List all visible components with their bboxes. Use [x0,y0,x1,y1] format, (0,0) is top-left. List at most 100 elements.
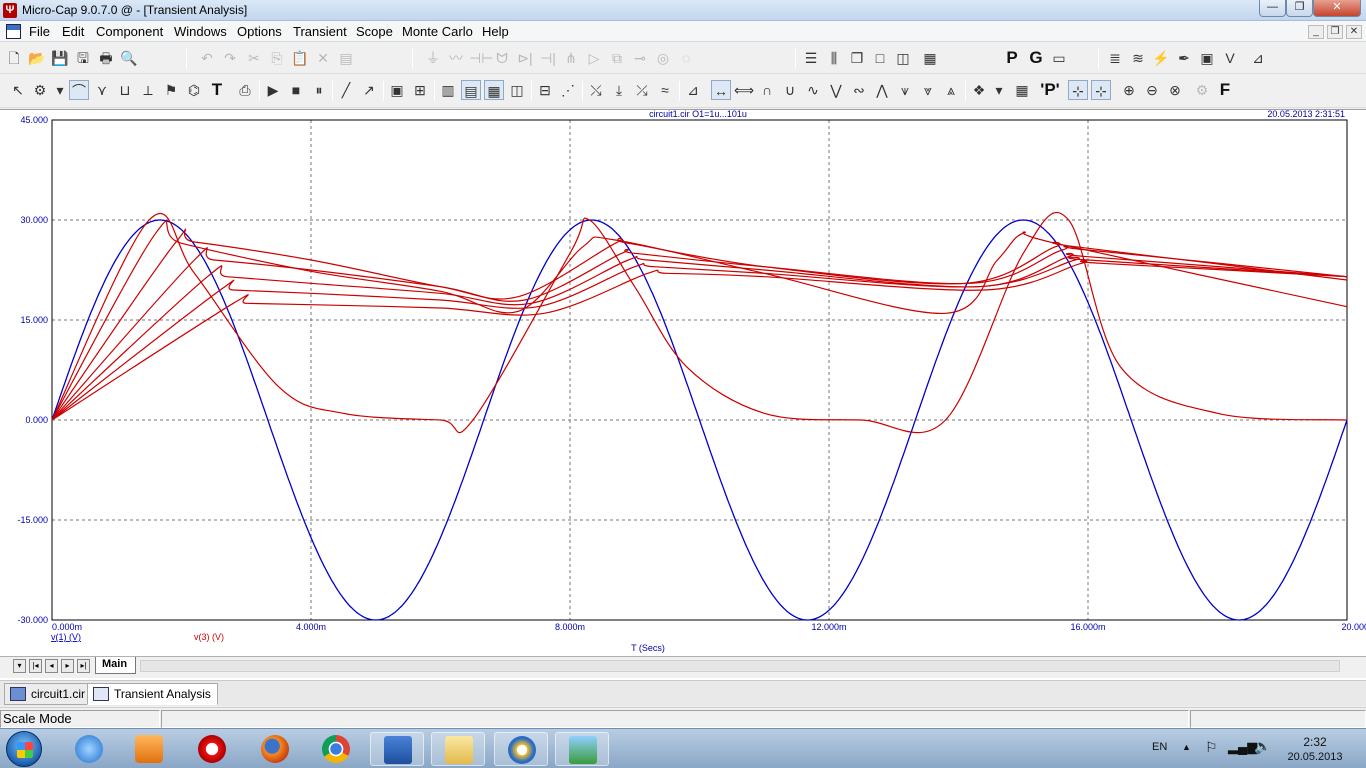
redo-icon[interactable]: ↷ [220,48,240,68]
capacitor-component-icon[interactable]: ⊣⊢ [469,48,493,68]
start-button[interactable] [6,731,42,767]
menu-monte-carlo[interactable]: Monte Carlo [402,24,473,39]
nav-next-button[interactable]: ▸ [61,659,74,673]
taskbar-photo-viewer[interactable] [555,732,609,766]
component-mode-icon[interactable]: ⚙ [30,80,50,100]
minimize-button[interactable]: — [1259,0,1286,17]
f-function-button[interactable]: F [1215,80,1235,100]
npn-transistor-icon[interactable]: ⋔ [561,48,581,68]
horizontal-cursor-icon[interactable]: ↔ [711,80,731,100]
undo-icon[interactable]: ↶ [197,48,217,68]
cursor-peak-icon[interactable]: ⤯ [586,80,606,100]
taskbar-microcap[interactable] [494,732,548,766]
network-icon[interactable]: ▂▄▆ [1228,739,1257,755]
doc-tab-transient[interactable]: Transient Analysis [87,683,218,705]
split-window-icon[interactable]: ◫ [893,48,913,68]
table-icon[interactable]: ▦ [1012,80,1032,100]
vt-icon[interactable]: V [1220,48,1240,68]
copy-icon[interactable]: ⎘ [267,48,287,68]
volume-icon[interactable]: 🔈 [1254,738,1271,755]
pause-icon[interactable]: ⏸ [309,80,329,100]
x-axis-icon[interactable]: ⊹ [1068,80,1088,100]
inductor-component-icon[interactable]: ᗢ [492,48,512,68]
p-marker-button[interactable]: 'P' [1036,80,1064,100]
y-axis-icon[interactable]: ⊹ [1091,80,1111,100]
nav-last-button[interactable]: ▸| [77,659,90,673]
delete-icon[interactable]: ✕ [313,48,333,68]
select-all-icon[interactable]: ▤ [336,48,356,68]
nav-first-button[interactable]: |◂ [29,659,42,673]
dropdown-arrow-icon[interactable]: ▾ [50,80,70,100]
source-component-icon[interactable]: ◎ [653,48,673,68]
nav-menu-button[interactable]: ▾ [13,659,26,673]
clock-date[interactable]: 20.05.2013 [1280,751,1350,763]
minor-grid-icon[interactable]: ▥ [438,80,458,100]
cursor-valley-icon[interactable]: ⤓ [609,80,629,100]
legend-v1[interactable]: v(1) (V) [51,632,81,642]
select-arrow-icon[interactable]: ↖ [8,80,28,100]
axis-grid-icon[interactable]: ▦ [484,80,504,100]
scale-mode-icon[interactable]: ⌒ [69,80,89,100]
zoom-fit-icon[interactable]: ⊗ [1165,80,1185,100]
baseline-icon[interactable]: ⊟ [535,80,555,100]
arrow-draw-icon[interactable]: ↗ [359,80,379,100]
stop-icon[interactable]: ■ [286,80,306,100]
global-low-icon[interactable]: ⩛ [895,80,915,100]
menu-scope[interactable]: Scope [356,24,393,39]
animate-icon[interactable]: ❖ [969,80,989,100]
analysis-limits-icon[interactable]: ▣ [1197,48,1217,68]
taskbar-chrome[interactable] [309,732,363,766]
menu-component[interactable]: Component [96,24,163,39]
page-icon[interactable]: ▭ [1049,48,1069,68]
save-all-icon[interactable]: 🖫 [73,48,93,68]
opamp-component-icon[interactable]: ▷ [584,48,604,68]
transformer-component-icon[interactable]: ⧉ [607,48,627,68]
window-icon[interactable]: □ [870,48,890,68]
taskbar-media[interactable] [122,732,176,766]
tag-icon[interactable]: ⊿ [683,80,703,100]
node-icon[interactable]: ⟂ [138,80,158,100]
menu-options[interactable]: Options [237,24,282,39]
mdi-minimize-button[interactable]: _ [1308,25,1324,39]
paste-icon[interactable]: 📋 [290,48,310,68]
menu-windows[interactable]: Windows [174,24,227,39]
column-grid-icon[interactable]: ◫ [507,80,527,100]
peak-icon[interactable]: ∩ [757,80,777,100]
grid-icon[interactable]: ⊞ [410,80,430,100]
numeric-output-icon[interactable]: ≣ [1105,48,1125,68]
dropdown-arrow-icon[interactable]: ▾ [989,80,1009,100]
run-icon[interactable]: ▶ [263,80,283,100]
bus-icon[interactable]: ⊔ [115,80,135,100]
g-toolbar-button[interactable]: G [1026,48,1046,68]
stepping-icon[interactable]: ⚡ [1151,48,1171,68]
save-icon[interactable]: 💾 [50,48,70,68]
document-icon[interactable] [6,24,21,39]
p-toolbar-button[interactable]: P [1002,48,1022,68]
global-high-icon[interactable]: ⋀ [872,80,892,100]
cascade-icon[interactable]: ❐ [847,48,867,68]
settings-gear-icon[interactable]: ⚙ [1192,80,1212,100]
bottom-icon[interactable]: ⩓ [941,80,961,100]
valley-icon[interactable]: ∪ [780,80,800,100]
zoom-out-icon[interactable]: ⊖ [1142,80,1162,100]
cut-icon[interactable]: ✂ [244,48,264,68]
flag-icon[interactable]: ⚑ [161,80,181,100]
ruler-icon[interactable]: ⋰ [558,80,578,100]
switch-component-icon[interactable]: ⊸ [630,48,650,68]
nav-prev-button[interactable]: ◂ [45,659,58,673]
transient-plot[interactable]: 0.000m 4.000m 8.000m 12.000m 16.000m 20.000m 4… [0,110,1366,656]
horizontal-scrollbar[interactable] [140,660,1340,672]
tile-vertical-icon[interactable]: ⫼ [824,48,844,68]
print-icon[interactable]: 🖶 [96,48,116,68]
taskbar-opera[interactable] [185,732,239,766]
maximize-button[interactable]: ❐ [1286,0,1313,17]
close-button[interactable]: ✕ [1313,0,1361,17]
battery-component-icon[interactable]: ⊣| [538,48,558,68]
calculator-icon[interactable]: ▦ [920,48,940,68]
tile-horizontal-icon[interactable]: ☰ [801,48,821,68]
info-icon[interactable]: ⎙ [235,80,255,100]
diode-component-icon[interactable]: ⊳| [515,48,535,68]
resistor-component-icon[interactable]: 〰 [446,48,466,68]
menu-help[interactable]: Help [482,24,509,39]
low-icon[interactable]: ⋁ [826,80,846,100]
